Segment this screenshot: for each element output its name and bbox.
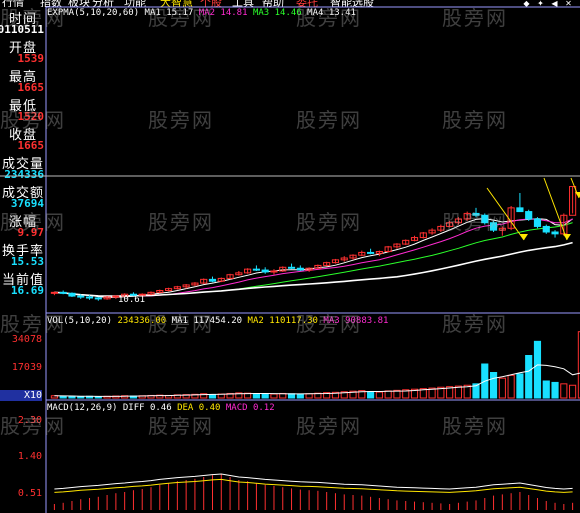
watermark: 股旁网 [148, 6, 214, 30]
watermark: 股旁网 [296, 108, 362, 132]
volume-bar [542, 380, 550, 399]
volume-bar [296, 393, 304, 399]
candle-body [50, 291, 58, 294]
candle-body [551, 231, 559, 235]
candle-body [516, 207, 524, 213]
candle-body [208, 278, 217, 282]
candle-body [367, 251, 375, 254]
volume-bar [305, 393, 313, 399]
macd-dea-line [54, 478, 573, 493]
candle-body [94, 297, 102, 300]
volume-bar [68, 395, 76, 399]
watermark: 股旁网 [148, 210, 214, 234]
volume-bar [498, 377, 506, 399]
watermark: 股旁网 [296, 312, 362, 336]
macd-value: MACD 0.12 [225, 403, 275, 413]
watermark: 股旁网 [442, 414, 508, 438]
candle-body [270, 270, 278, 273]
watermark: 股旁网 [442, 312, 508, 336]
candle-body [261, 269, 269, 273]
candle-body [533, 218, 542, 227]
volume-ma-line [54, 364, 580, 397]
watermark: 股旁网 [296, 6, 362, 30]
vol-axis-mid: 17039 [11, 362, 42, 373]
watermark: 股旁网 [0, 210, 66, 234]
watermark: 股旁网 [148, 312, 214, 336]
watermark: 股旁网 [442, 108, 508, 132]
volume-bar [261, 393, 269, 399]
candle-body [296, 267, 304, 271]
volume-bar [551, 381, 559, 399]
watermark: 股旁网 [148, 414, 214, 438]
watermark: 股旁网 [0, 414, 66, 438]
candle-body [85, 296, 94, 299]
volume-bar [569, 384, 577, 399]
candle-body [525, 211, 533, 220]
volume-bar [384, 390, 392, 399]
price-ma3: MA3 14.46 [252, 8, 302, 18]
volume-bar [533, 340, 542, 399]
watermark: 股旁网 [0, 108, 66, 132]
watermark: 股旁网 [442, 6, 508, 30]
candle-body [287, 266, 296, 269]
candle-body [77, 295, 85, 298]
volume-bar [252, 393, 260, 399]
volume-bar [489, 372, 498, 399]
volume-bar [516, 373, 524, 399]
candle-body [59, 291, 67, 294]
volume-bar [525, 355, 533, 399]
watermark: 股旁网 [296, 210, 362, 234]
low-price-annotation: 10.61 [118, 295, 146, 305]
arrow-head [520, 234, 528, 240]
arrow-head [563, 234, 571, 240]
volume-bar [367, 391, 375, 399]
watermark: 股旁网 [148, 108, 214, 132]
volume-bar [375, 391, 383, 399]
vol-axis-unit: X10 [0, 390, 42, 401]
watermark: 股旁网 [296, 414, 362, 438]
volume-bar [77, 396, 85, 399]
volume-bar [208, 394, 217, 399]
watermark: 股旁网 [442, 210, 508, 234]
macd-axis-low: 0.51 [17, 488, 42, 499]
candle-body [68, 292, 76, 297]
ma-line-40 [54, 241, 573, 297]
watermark: 股旁网 [0, 6, 66, 30]
volume-bar [507, 374, 515, 399]
candle-body [252, 268, 260, 271]
watermark: 股旁网 [0, 312, 66, 336]
volume-bar [560, 383, 568, 399]
candle-body [542, 225, 550, 233]
macd-axis-mid: 1.40 [17, 451, 42, 462]
volume-bar [270, 393, 278, 399]
